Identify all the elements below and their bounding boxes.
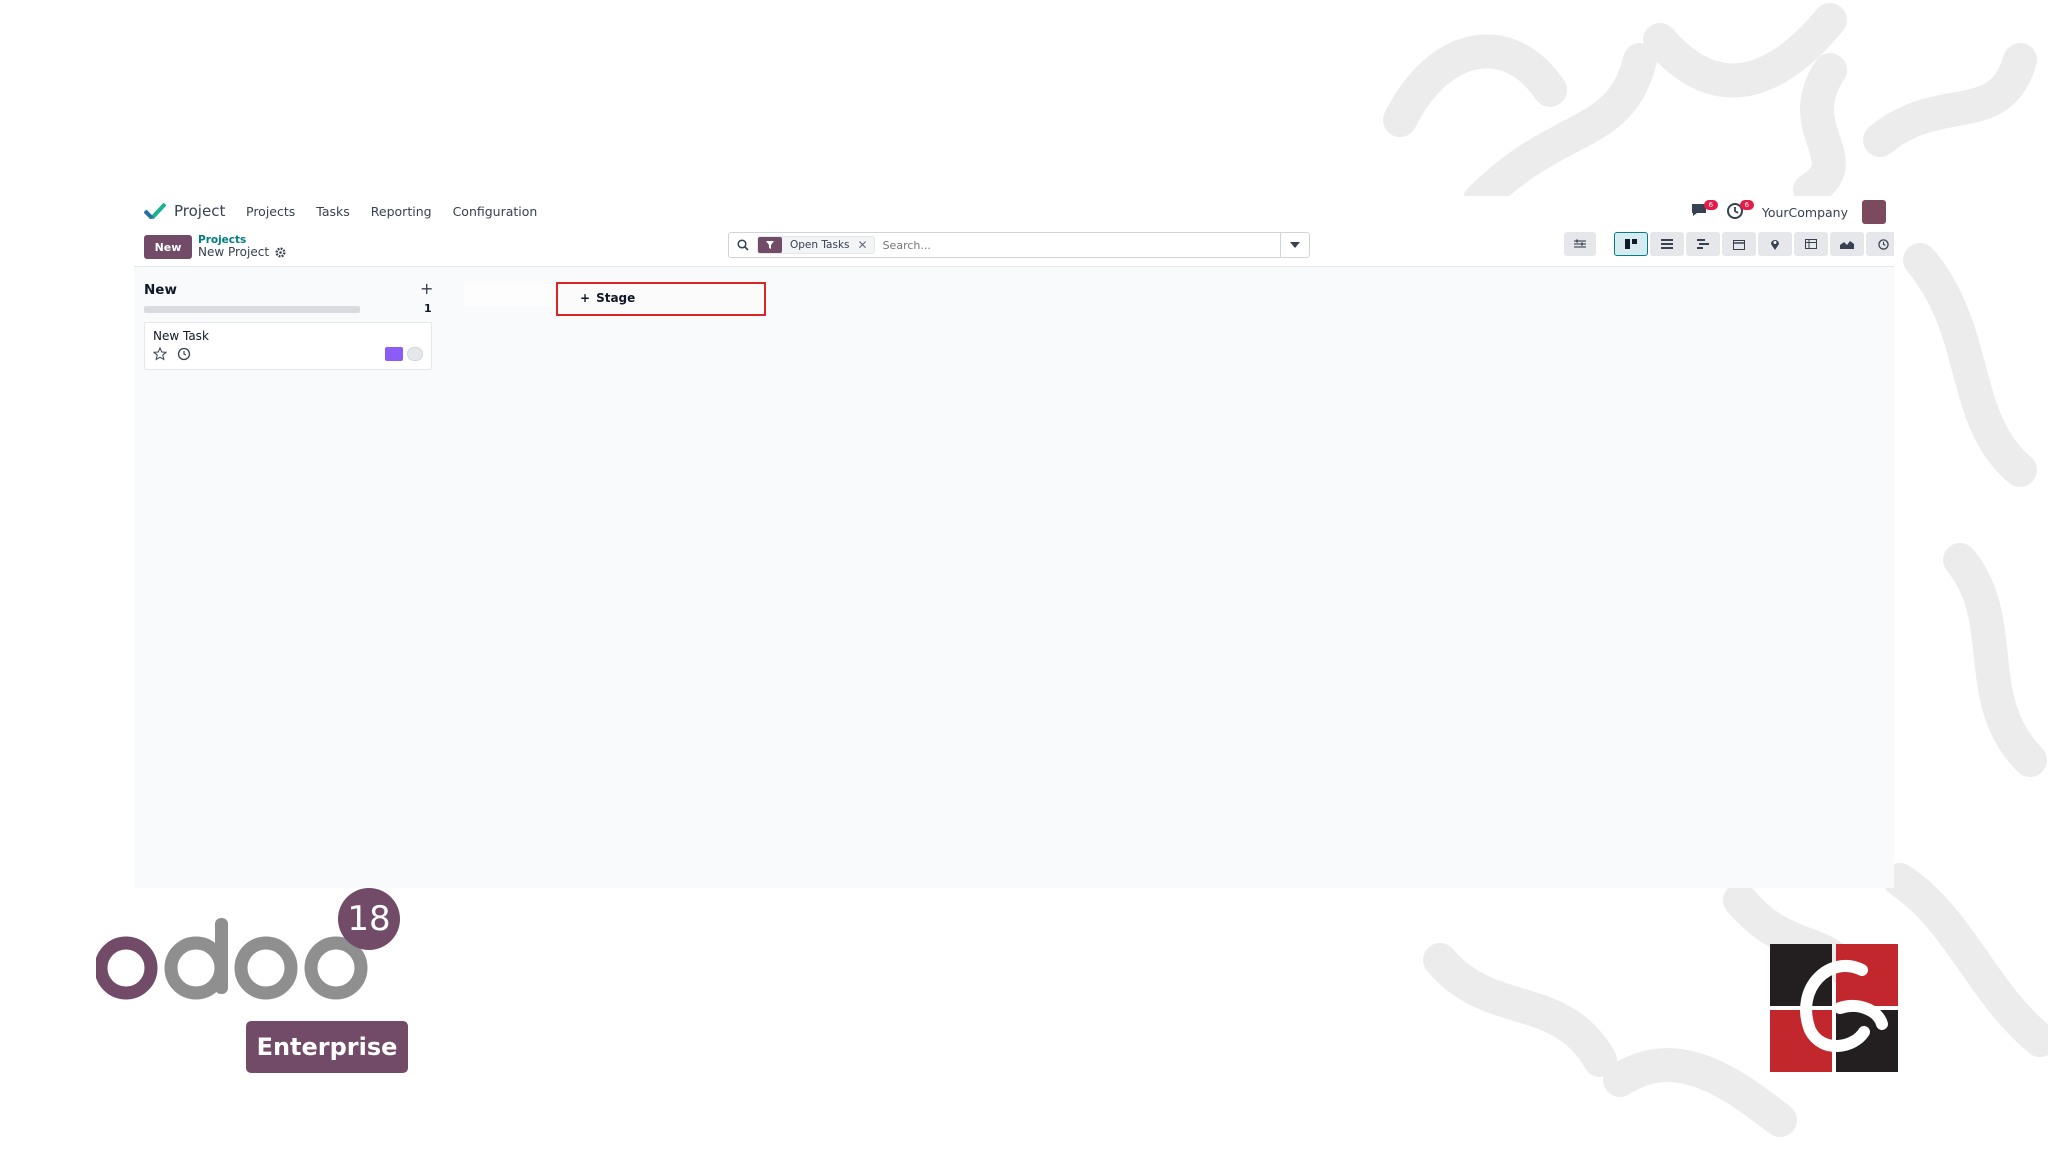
area-chart-icon [1840,241,1854,249]
quick-create-plus-icon[interactable]: + [420,279,433,298]
card-title: New Task [153,329,209,343]
kanban-card[interactable]: New Task [144,322,432,370]
activities-badge: 6 [1739,200,1754,210]
menu-tasks[interactable]: Tasks [316,204,350,219]
top-navbar: Project Projects Tasks Reporting Configu… [134,196,1894,228]
search-input[interactable] [880,237,1280,253]
add-stage-button[interactable]: + Stage [580,291,635,305]
edition-badge: Enterprise [246,1021,408,1073]
filter-icon [758,237,782,253]
sliders-icon [1574,239,1586,248]
main-menu: Projects Tasks Reporting Configuration [246,204,537,219]
menu-configuration[interactable]: Configuration [453,204,538,219]
new-button[interactable]: New [144,235,192,259]
menu-reporting[interactable]: Reporting [371,204,432,219]
calendar-icon [1733,239,1745,250]
kanban-state-icon[interactable] [407,347,423,361]
view-list[interactable] [1650,232,1684,256]
column-progress-bar[interactable] [144,306,360,313]
version-badge: 18 [338,888,400,950]
app-title: Project [174,202,226,220]
assignee-avatar[interactable] [385,347,403,361]
breadcrumb: Projects New Project [198,234,286,258]
column-title[interactable]: New [144,282,177,298]
kanban-options-button[interactable] [1564,232,1596,256]
company-switcher[interactable]: YourCompany [1762,205,1848,220]
breadcrumb-current-label: New Project [198,245,270,259]
search-bar: Open Tasks ✕ [728,232,1310,258]
search-icon [737,239,749,251]
card-actions [153,347,191,361]
gear-icon[interactable] [275,246,286,258]
systray: 6 6 YourCompany [1690,200,1886,224]
card-meta [385,347,423,361]
app-window: Project Projects Tasks Reporting Configu… [134,196,1894,888]
list-view-icon [1661,239,1673,249]
menu-projects[interactable]: Projects [246,204,295,219]
caret-down-icon [1290,242,1300,248]
activity-clock-icon[interactable] [177,347,191,361]
plus-icon: + [580,291,591,305]
search-icon-wrap [729,239,757,251]
remove-facet-icon[interactable]: ✕ [858,238,874,252]
kanban-view-icon [1625,239,1637,249]
project-checkmark-icon [144,203,166,219]
control-panel: New Projects New Project Open Tasks ✕ Se… [134,228,1894,267]
view-switcher [1614,232,1894,256]
view-activity[interactable] [1866,232,1894,256]
messages-tray[interactable]: 6 [1690,200,1718,222]
view-kanban[interactable] [1614,232,1648,256]
view-gantt[interactable] [1686,232,1720,256]
activity-clock-icon [1877,238,1889,250]
company-logo-icon [1770,944,1898,1072]
star-icon[interactable] [153,347,167,361]
activities-tray[interactable]: 6 [1726,200,1754,222]
view-graph[interactable] [1830,232,1864,256]
map-pin-icon [1771,240,1779,250]
view-map[interactable] [1758,232,1792,256]
column-placeholder [464,284,552,306]
view-pivot[interactable] [1794,232,1828,256]
add-stage-label: Stage [596,291,636,305]
view-calendar[interactable] [1722,232,1756,256]
app-brand[interactable]: Project [144,202,225,220]
add-stage-highlight[interactable]: + Stage [556,282,766,316]
gantt-view-icon [1697,239,1709,249]
facet-label: Open Tasks [790,239,850,251]
search-options-toggle[interactable] [1280,233,1309,257]
search-facet: Open Tasks ✕ [757,236,875,254]
pivot-table-icon [1805,239,1817,249]
user-avatar[interactable] [1862,200,1886,224]
column-count: 1 [424,302,432,315]
breadcrumb-current: New Project [198,246,286,258]
messages-badge: 6 [1703,200,1718,210]
